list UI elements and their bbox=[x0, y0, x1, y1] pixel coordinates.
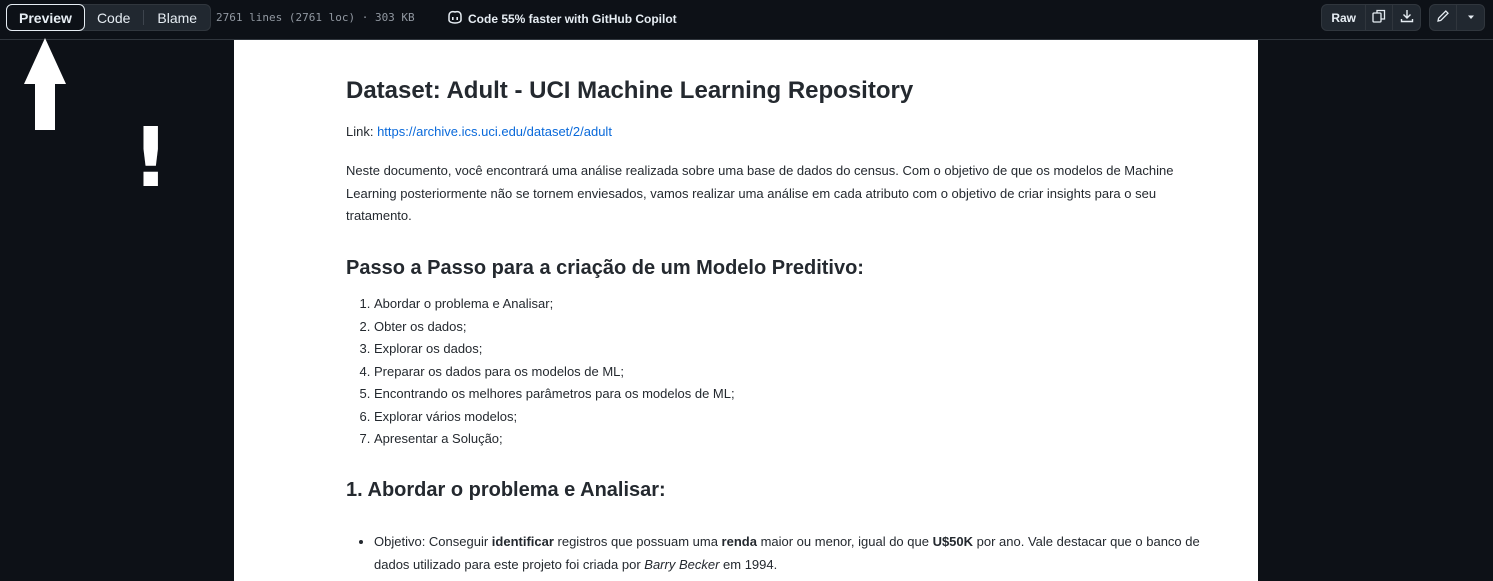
objective-text: registros que possuam uma bbox=[553, 534, 722, 549]
objective-text: Objetivo: Conseguir bbox=[374, 534, 492, 549]
copilot-text: Code 55% faster with GitHub Copilot bbox=[468, 11, 677, 26]
markdown-preview: Dataset: Adult - UCI Machine Learning Re… bbox=[234, 40, 1258, 581]
copilot-icon bbox=[447, 10, 463, 27]
steps-heading: Passo a Passo para a criação de um Model… bbox=[346, 257, 864, 279]
objective-italic: Barry Becker bbox=[644, 556, 720, 572]
download-icon bbox=[1400, 9, 1414, 26]
steps-list: Abordar o problema e Analisar; Obter os … bbox=[374, 293, 735, 451]
edit-dropdown-button[interactable] bbox=[1457, 5, 1484, 30]
objective-bold: renda bbox=[721, 534, 757, 549]
intro-paragraph: Neste documento, você encontrará uma aná… bbox=[346, 163, 1174, 223]
raw-copy-download-group: Raw bbox=[1321, 4, 1421, 31]
view-mode-segmented-control: Preview Code Blame bbox=[6, 4, 212, 31]
edit-button[interactable] bbox=[1430, 5, 1457, 30]
list-item: Preparar os dados para os modelos de ML; bbox=[374, 361, 735, 384]
list-item: Explorar os dados; bbox=[374, 338, 735, 361]
tab-preview[interactable]: Preview bbox=[6, 4, 85, 31]
up-arrow-annotation bbox=[22, 36, 68, 137]
file-meta: 2761 lines (2761 loc) · 303 KB bbox=[216, 11, 415, 24]
objective-bold: U$50K bbox=[932, 534, 974, 549]
copy-raw-button[interactable] bbox=[1366, 5, 1393, 30]
tab-code[interactable]: Code bbox=[84, 5, 143, 30]
dataset-link[interactable]: https://archive.ics.uci.edu/dataset/2/ad… bbox=[377, 124, 612, 139]
list-item: Obter os dados; bbox=[374, 316, 735, 339]
link-label: Link: bbox=[346, 124, 378, 139]
list-item: Explorar vários modelos; bbox=[374, 406, 735, 429]
triangle-down-icon bbox=[1466, 11, 1476, 25]
copy-icon bbox=[1372, 9, 1386, 26]
objective-list: Objetivo: Conseguir identificar registro… bbox=[374, 531, 1206, 576]
section1-heading: 1. Abordar o problema e Analisar: bbox=[346, 479, 666, 501]
objective-bold: identificar bbox=[491, 534, 554, 549]
copilot-promo[interactable]: Code 55% faster with GitHub Copilot bbox=[447, 10, 677, 27]
tab-blame[interactable]: Blame bbox=[144, 5, 210, 30]
edit-group bbox=[1429, 4, 1485, 31]
pencil-icon bbox=[1436, 9, 1450, 26]
objective-text: maior ou menor, igual do que bbox=[756, 534, 933, 549]
file-actions: Raw bbox=[1321, 4, 1485, 31]
file-toolbar: Preview Code Blame 2761 lines (2761 loc)… bbox=[0, 0, 1493, 40]
list-item: Abordar o problema e Analisar; bbox=[374, 293, 735, 316]
dataset-link-line: Link: https://archive.ics.uci.edu/datase… bbox=[346, 124, 612, 139]
raw-button[interactable]: Raw bbox=[1322, 5, 1366, 30]
list-item: Apresentar a Solução; bbox=[374, 428, 735, 451]
exclamation-annotation: ! bbox=[132, 111, 170, 206]
document-title: Dataset: Adult - UCI Machine Learning Re… bbox=[346, 77, 914, 104]
objective-text: em 1994. bbox=[719, 556, 778, 572]
objective-item: Objetivo: Conseguir identificar registro… bbox=[374, 531, 1206, 576]
download-button[interactable] bbox=[1393, 5, 1420, 30]
list-item: Encontrando os melhores parâmetros para … bbox=[374, 383, 735, 406]
